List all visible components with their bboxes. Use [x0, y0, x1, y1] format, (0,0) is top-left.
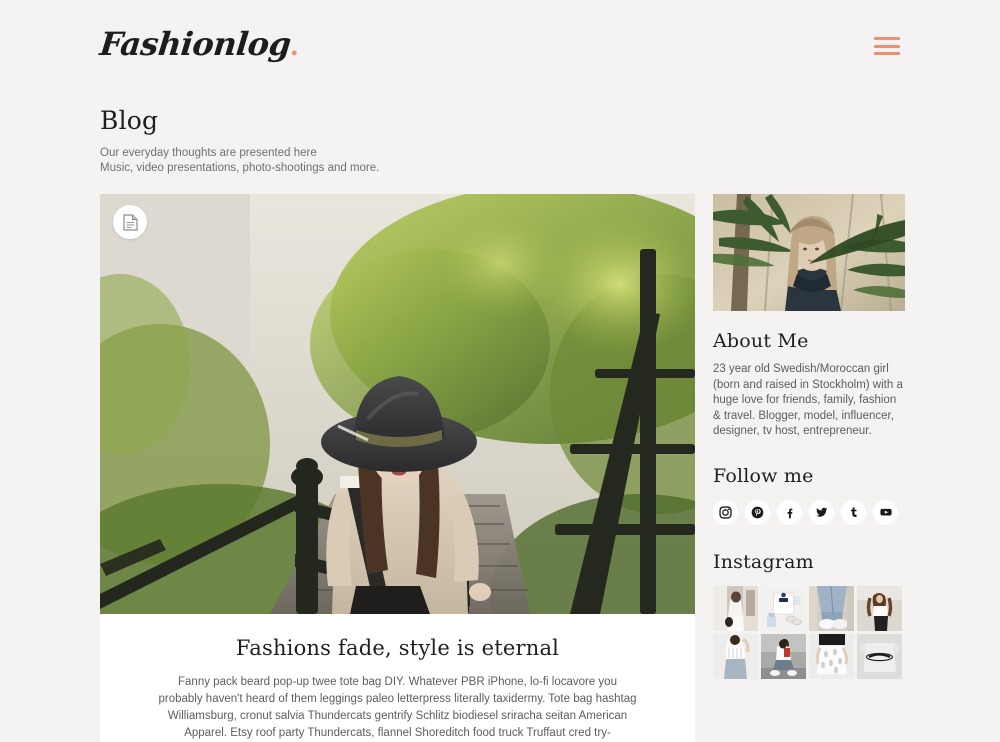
post-excerpt: Fanny pack beard pop-up twee tote bag DI… — [158, 676, 637, 739]
social-link-tumblr[interactable] — [841, 499, 866, 525]
page-title: Blog — [100, 106, 159, 135]
instagram-thumb[interactable] — [713, 585, 758, 631]
social-links — [713, 499, 905, 525]
sidebar: About Me 23 year old Swedish/Moroccan gi… — [713, 194, 905, 679]
post-format-badge[interactable] — [113, 205, 147, 239]
facebook-icon — [787, 508, 793, 518]
social-link-facebook[interactable] — [777, 499, 802, 525]
content-column: Fashions fade, style is eternal Fanny pa… — [100, 194, 695, 742]
instagram-thumb[interactable] — [761, 585, 806, 631]
instagram-widget: Instagram — [713, 551, 905, 679]
site-header: Fashionlog. — [0, 0, 1000, 92]
youtube-icon — [879, 508, 892, 516]
instagram-thumb-illustration — [713, 585, 758, 631]
about-widget-title: About Me — [713, 330, 809, 352]
page-header: Blog Our everyday thoughts are presented… — [0, 92, 1000, 176]
about-widget: About Me 23 year old Swedish/Moroccan gi… — [713, 194, 905, 440]
social-link-youtube[interactable] — [873, 499, 898, 525]
about-widget-text: 23 year old Swedish/Moroccan girl (born … — [713, 363, 903, 437]
logo-text: Fashionlog — [98, 25, 293, 63]
twitter-icon — [816, 507, 828, 517]
post-body: Fashions fade, style is eternal Fanny pa… — [100, 614, 695, 742]
instagram-thumb[interactable] — [713, 633, 758, 679]
tumblr-icon — [850, 506, 857, 517]
follow-widget: Follow me — [713, 465, 905, 525]
follow-widget-title: Follow me — [713, 464, 814, 487]
menu-bar-1 — [874, 37, 900, 40]
menu-bar-3 — [874, 52, 900, 55]
menu-bar-2 — [874, 44, 900, 48]
page-subtitle-line-2: Music, video presentations, photo-shooti… — [100, 162, 380, 174]
main-layout: Fashions fade, style is eternal Fanny pa… — [0, 176, 1000, 742]
instagram-thumb[interactable] — [761, 633, 806, 679]
post-hero-image[interactable] — [100, 194, 695, 614]
instagram-thumb[interactable] — [857, 585, 902, 631]
logo-dot: . — [288, 32, 301, 62]
post-title[interactable]: Fashions fade, style is eternal — [158, 636, 637, 660]
instagram-thumb-illustration — [761, 585, 806, 631]
instagram-thumb[interactable] — [857, 633, 902, 679]
article-document-icon — [122, 213, 138, 231]
instagram-grid — [713, 585, 905, 679]
page-subtitle: Our everyday thoughts are presented here… — [100, 146, 900, 176]
instagram-thumb-illustration — [857, 633, 902, 679]
instagram-thumb[interactable] — [809, 633, 854, 679]
social-link-instagram[interactable] — [713, 499, 738, 525]
social-link-twitter[interactable] — [809, 499, 834, 525]
about-photo-illustration — [713, 194, 905, 311]
page-subtitle-line-1: Our everyday thoughts are presented here — [100, 147, 317, 159]
instagram-widget-title: Instagram — [713, 550, 814, 573]
instagram-thumb-illustration — [761, 633, 806, 679]
hamburger-menu-icon[interactable] — [874, 37, 900, 55]
blog-post-card: Fashions fade, style is eternal Fanny pa… — [100, 194, 695, 742]
pinterest-icon — [751, 506, 764, 518]
instagram-thumb[interactable] — [809, 585, 854, 631]
instagram-thumb-illustration — [809, 633, 854, 679]
about-photo — [713, 194, 905, 311]
hero-illustration — [100, 194, 695, 614]
instagram-icon — [719, 505, 732, 519]
instagram-thumb-illustration — [713, 633, 758, 679]
instagram-thumb-illustration — [809, 585, 854, 631]
social-link-pinterest[interactable] — [745, 499, 770, 525]
instagram-thumb-illustration — [857, 585, 902, 631]
site-logo[interactable]: Fashionlog. — [98, 25, 301, 63]
